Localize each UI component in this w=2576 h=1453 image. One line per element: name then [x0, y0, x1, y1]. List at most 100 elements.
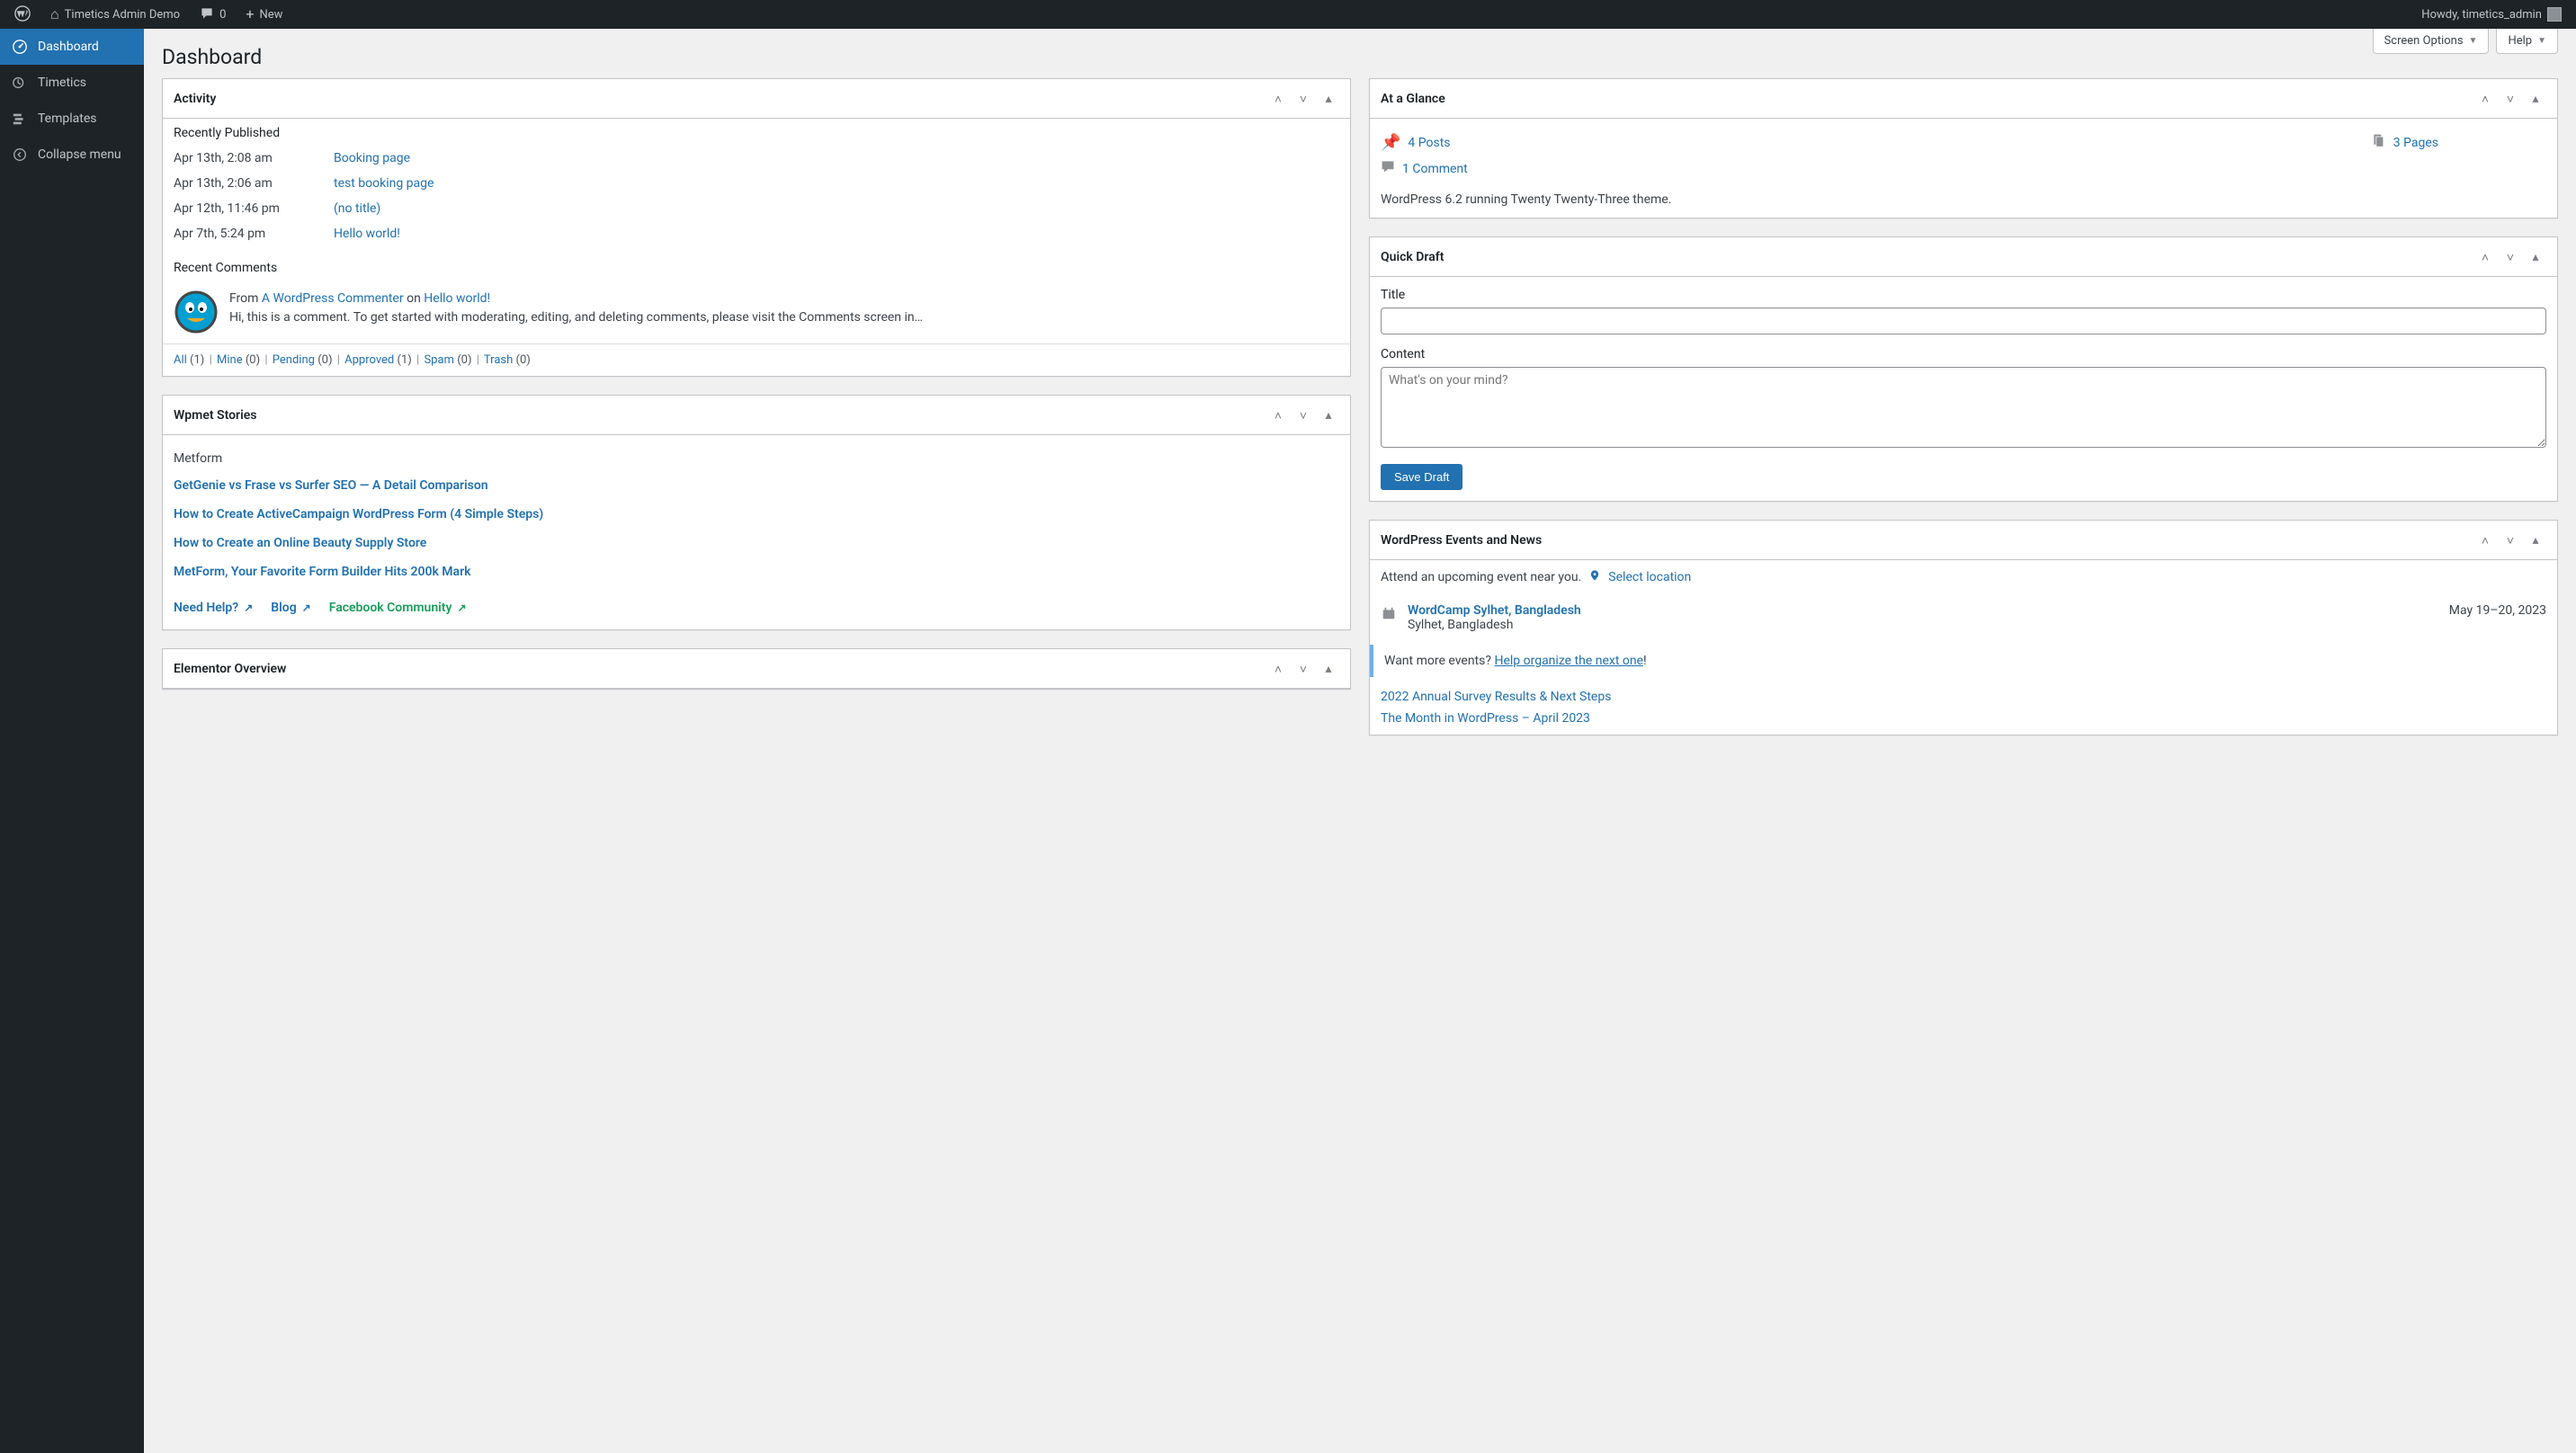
save-draft-button[interactable]: Save Draft [1381, 464, 1462, 490]
move-down-button[interactable]: ˅ [1292, 658, 1314, 680]
pages-count-link[interactable]: 3 Pages [2393, 136, 2438, 150]
move-up-button[interactable]: ˄ [1267, 405, 1289, 426]
move-up-button[interactable]: ˄ [2474, 88, 2496, 110]
title-label: Title [1381, 288, 2546, 302]
chevron-up-icon: ˄ [1275, 662, 1282, 676]
activity-row: Apr 13th, 2:06 am test booking page [174, 171, 1339, 196]
activity-post-link[interactable]: test booking page [334, 176, 434, 191]
comment-excerpt: Hi, this is a comment. To get started wi… [229, 308, 923, 327]
chevron-up-icon: ˄ [2482, 533, 2489, 548]
sidebar-collapse-menu[interactable]: Collapse menu [0, 137, 144, 173]
move-up-button[interactable]: ˄ [1267, 658, 1289, 680]
toggle-button[interactable]: ▴ [1318, 658, 1339, 680]
sidebar-item-dashboard[interactable]: Dashboard [0, 29, 144, 65]
event-location: Sylhet, Bangladesh [1408, 618, 2438, 632]
avatar-icon [2547, 7, 2562, 22]
event-title-link[interactable]: WordCamp Sylhet, Bangladesh [1408, 603, 1581, 618]
quick-draft-widget: Quick Draft ˄ ˅ ▴ Title Cont [1369, 236, 2558, 502]
triangle-up-icon: ▴ [2532, 249, 2538, 264]
commenter-avatar-icon [174, 290, 219, 334]
comment-author-link[interactable]: A WordPress Commenter [262, 291, 404, 306]
widget-title: At a Glance [1381, 92, 1445, 106]
sidebar-item-timetics[interactable]: Timetics [0, 65, 144, 101]
news-link[interactable]: The Month in WordPress – April 2023 [1381, 708, 2546, 729]
filter-all[interactable]: All [174, 353, 187, 367]
triangle-up-icon: ▴ [2532, 91, 2538, 106]
move-down-button[interactable]: ˅ [2500, 530, 2521, 551]
story-link[interactable]: MetForm, Your Favorite Form Builder Hits… [174, 557, 1339, 586]
site-name-label: Timetics Admin Demo [65, 8, 180, 22]
recently-published-heading: Recently Published [163, 119, 1350, 146]
move-down-button[interactable]: ˅ [1292, 88, 1314, 110]
external-link-icon: ↗ [244, 602, 253, 614]
filter-mine[interactable]: Mine [217, 353, 243, 367]
posts-count-link[interactable]: 4 Posts [1408, 136, 1450, 150]
sidebar-item-label: Timetics [38, 76, 86, 90]
new-content-menu[interactable]: + New [238, 0, 290, 29]
activity-post-link[interactable]: (no title) [334, 201, 380, 216]
filter-approved[interactable]: Approved [344, 353, 394, 367]
story-link[interactable]: How to Create ActiveCampaign WordPress F… [174, 500, 1339, 529]
wordcamp-icon [1381, 603, 1397, 626]
timetics-icon [11, 74, 29, 92]
help-tab[interactable]: Help ▼ [2496, 29, 2558, 54]
move-up-button[interactable]: ˄ [1267, 88, 1289, 110]
blog-link[interactable]: Blog ↗ [271, 601, 310, 615]
widget-title: Quick Draft [1381, 250, 1444, 264]
toggle-button[interactable]: ▴ [2525, 88, 2546, 110]
more-events-notice: Want more events? Help organize the next… [1370, 645, 2557, 677]
news-link[interactable]: 2022 Annual Survey Results & Next Steps [1381, 686, 2546, 708]
toggle-button[interactable]: ▴ [1318, 405, 1339, 426]
select-location-link[interactable]: Select location [1608, 570, 1691, 584]
activity-date: Apr 12th, 11:46 pm [174, 201, 318, 216]
elementor-overview-widget: Elementor Overview ˄ ˅ ▴ [162, 648, 1351, 690]
howdy-text: Howdy, timetics_admin [2421, 8, 2542, 22]
comments-count-link[interactable]: 1 Comment [1402, 162, 1468, 176]
filter-trash[interactable]: Trash [484, 353, 513, 367]
draft-title-input[interactable] [1381, 308, 2546, 334]
move-down-button[interactable]: ˅ [2500, 88, 2521, 110]
toggle-button[interactable]: ▴ [2525, 246, 2546, 268]
activity-date: Apr 13th, 2:08 am [174, 151, 318, 165]
organize-event-link[interactable]: Help organize the next one [1494, 654, 1643, 668]
toggle-button[interactable]: ▴ [2525, 530, 2546, 551]
activity-date: Apr 7th, 5:24 pm [174, 227, 318, 241]
toggle-button[interactable]: ▴ [1318, 88, 1339, 110]
chevron-up-icon: ˄ [1275, 92, 1282, 106]
site-name-menu[interactable]: ⌂ Timetics Admin Demo [43, 0, 187, 29]
activity-row: Apr 12th, 11:46 pm (no title) [174, 196, 1339, 221]
story-link[interactable]: How to Create an Online Beauty Supply St… [174, 529, 1339, 557]
comment-filters: All (1) | Mine (0) | Pending (0) | Appro… [163, 343, 1350, 376]
activity-row: Apr 13th, 2:08 am Booking page [174, 146, 1339, 171]
recent-comments-heading: Recent Comments [163, 254, 1350, 281]
need-help-link[interactable]: Need Help? ↗ [174, 601, 253, 615]
move-down-button[interactable]: ˅ [2500, 246, 2521, 268]
filter-spam[interactable]: Spam [424, 353, 454, 367]
move-up-button[interactable]: ˄ [2474, 530, 2496, 551]
activity-post-link[interactable]: Booking page [334, 151, 410, 165]
my-account-menu[interactable]: Howdy, timetics_admin [2414, 0, 2569, 29]
activity-date: Apr 13th, 2:06 am [174, 176, 318, 191]
sidebar-item-templates[interactable]: Templates [0, 101, 144, 137]
screen-options-tab[interactable]: Screen Options ▼ [2373, 29, 2490, 54]
draft-content-textarea[interactable] [1381, 367, 2546, 448]
move-up-button[interactable]: ˄ [2474, 246, 2496, 268]
home-icon: ⌂ [50, 7, 59, 22]
comments-menu[interactable]: 0 [192, 0, 233, 29]
story-link[interactable]: GetGenie vs Frase vs Surfer SEO — A Deta… [174, 471, 1339, 500]
filter-pending[interactable]: Pending [273, 353, 315, 367]
chevron-down-icon: ˅ [1300, 408, 1307, 423]
comment-icon [1381, 159, 1395, 178]
new-label: New [259, 8, 282, 22]
facebook-community-link[interactable]: Facebook Community ↗ [329, 601, 467, 615]
chevron-down-icon: ▼ [2469, 36, 2478, 46]
chevron-down-icon: ˅ [2507, 533, 2514, 548]
comment-post-link[interactable]: Hello world! [424, 291, 490, 306]
activity-post-link[interactable]: Hello world! [334, 227, 400, 241]
chevron-down-icon: ˅ [2507, 92, 2514, 106]
wp-logo-menu[interactable] [7, 0, 38, 29]
external-link-icon: ↗ [457, 602, 466, 614]
wordpress-logo-icon [14, 5, 31, 24]
admin-sidebar: Dashboard Timetics Templates Collapse me… [0, 29, 144, 1453]
move-down-button[interactable]: ˅ [1292, 405, 1314, 426]
